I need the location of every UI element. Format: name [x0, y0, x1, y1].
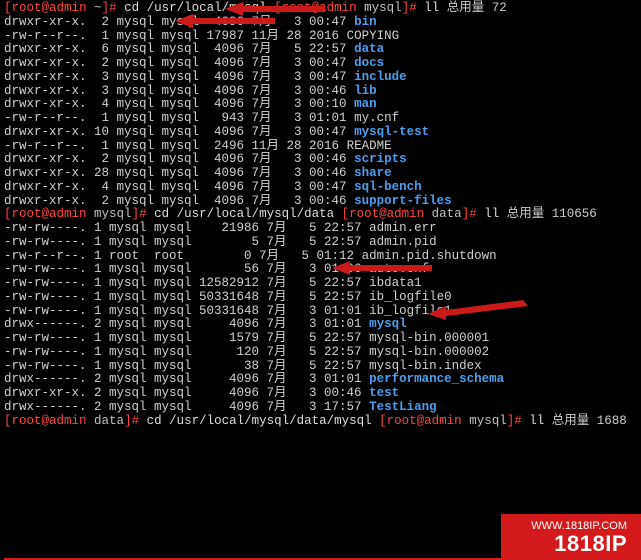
file-name: bin: [354, 15, 377, 29]
listing-row: drwxr-xr-x. 2 mysql mysql 4096 7月 3 00:4…: [4, 56, 384, 70]
watermark-url: WWW.1818IP.COM: [531, 520, 627, 532]
listing-row: -rw-rw----. 1 mysql mysql 21986 7月 5 22:…: [4, 221, 437, 235]
listing-row: -rw-rw----. 1 mysql mysql 56 7月 3 01:06 …: [4, 262, 429, 276]
file-name: support-files: [354, 194, 452, 208]
listing-row: -rw-rw----. 1 mysql mysql 12582912 7月 5 …: [4, 276, 422, 290]
file-name: README: [347, 139, 392, 153]
file-name: include: [354, 70, 407, 84]
file-name: test: [369, 386, 399, 400]
shell-prompt[interactable]: [root@admin mysql]# ll: [379, 414, 544, 428]
listing-row: -rw-r--r--. 1 mysql mysql 2496 11月 28 20…: [4, 139, 392, 153]
file-name: TestLiang: [369, 400, 437, 414]
file-name: ibdata1: [369, 276, 422, 290]
listing-row: -rw-r--r--. 1 root root 0 7月 5 01:12 adm…: [4, 249, 497, 263]
file-name: admin.err: [369, 221, 437, 235]
total-line: 总用量 72: [447, 1, 507, 15]
total-line: 总用量 110656: [507, 207, 597, 221]
listing-row: drwx------. 2 mysql mysql 4096 7月 3 01:0…: [4, 372, 504, 386]
file-name: mysql-test: [354, 125, 429, 139]
file-name: mysql-bin.000001: [369, 331, 489, 345]
listing-row: drwxr-xr-x. 4 mysql mysql 4096 7月 3 00:4…: [4, 180, 422, 194]
listing-row: -rw-rw----. 1 mysql mysql 50331648 7月 3 …: [4, 304, 452, 318]
shell-prompt[interactable]: [root@admin data]# ll: [342, 207, 500, 221]
file-name: admin.pid: [369, 235, 437, 249]
file-name: mysql-bin.index: [369, 359, 482, 373]
listing-row: -rw-r--r--. 1 mysql mysql 17987 11月 28 2…: [4, 29, 399, 43]
file-name: ib_logfile1: [369, 304, 452, 318]
listing-row: drwxr-xr-x. 28 mysql mysql 4096 7月 3 00:…: [4, 166, 392, 180]
file-name: docs: [354, 56, 384, 70]
file-name: mysql-bin.000002: [369, 345, 489, 359]
shell-prompt[interactable]: [root@admin data]# cd /usr/local/mysql/d…: [4, 414, 372, 428]
shell-prompt[interactable]: [root@admin mysql]# cd /usr/local/mysql/…: [4, 207, 334, 221]
listing-row: -rw-rw----. 1 mysql mysql 120 7月 5 22:57…: [4, 345, 489, 359]
listing-row: drwxr-xr-x. 6 mysql mysql 4096 7月 5 22:5…: [4, 42, 384, 56]
listing-row: -rw-rw----. 1 mysql mysql 50331648 7月 5 …: [4, 290, 452, 304]
listing-row: -rw-r--r--. 1 mysql mysql 943 7月 3 01:01…: [4, 111, 399, 125]
watermark-badge: WWW.1818IP.COM 1818IP: [501, 514, 641, 560]
terminal-output: [root@admin ~]# cd /usr/local/mysql [roo…: [4, 2, 637, 428]
shell-prompt[interactable]: [root@admin ~]# cd /usr/local/mysql: [4, 1, 267, 15]
listing-row: drwxr-xr-x. 2 mysql mysql 4096 7月 3 00:4…: [4, 152, 407, 166]
file-name: scripts: [354, 152, 407, 166]
file-name: lib: [354, 84, 377, 98]
listing-row: drwxr-xr-x. 2 mysql mysql 4096 7月 3 00:4…: [4, 386, 399, 400]
listing-row: -rw-rw----. 1 mysql mysql 5 7月 5 22:57 a…: [4, 235, 437, 249]
file-name: share: [354, 166, 392, 180]
shell-prompt[interactable]: [root@admin mysql]# ll: [274, 1, 439, 15]
listing-row: drwxr-xr-x. 10 mysql mysql 4096 7月 3 00:…: [4, 125, 429, 139]
total-line: 总用量 1688: [552, 414, 627, 428]
file-name: admin.pid.shutdown: [362, 249, 497, 263]
file-name: my.cnf: [354, 111, 399, 125]
listing-row: drwx------. 2 mysql mysql 4096 7月 3 01:0…: [4, 317, 407, 331]
listing-row: drwxr-xr-x. 3 mysql mysql 4096 7月 3 00:4…: [4, 84, 377, 98]
file-name: auto.cnf: [369, 262, 429, 276]
file-name: ib_logfile0: [369, 290, 452, 304]
file-name: performance_schema: [369, 372, 504, 386]
file-name: COPYING: [347, 29, 400, 43]
listing-row: drwxr-xr-x. 2 mysql mysql 4096 7月 3 00:4…: [4, 194, 452, 208]
listing-row: drwxr-xr-x. 4 mysql mysql 4096 7月 3 00:1…: [4, 97, 377, 111]
file-name: man: [354, 97, 377, 111]
listing-row: -rw-rw----. 1 mysql mysql 38 7月 5 22:57 …: [4, 359, 482, 373]
listing-row: drwxr-xr-x. 3 mysql mysql 4096 7月 3 00:4…: [4, 70, 407, 84]
file-name: sql-bench: [354, 180, 422, 194]
listing-row: -rw-rw----. 1 mysql mysql 1579 7月 5 22:5…: [4, 331, 489, 345]
listing-row: drwx------. 2 mysql mysql 4096 7月 3 17:5…: [4, 400, 437, 414]
watermark-brand: 1818IP: [531, 532, 627, 556]
listing-row: drwxr-xr-x. 2 mysql mysql 4096 7月 3 00:4…: [4, 15, 377, 29]
file-name: data: [354, 42, 384, 56]
file-name: mysql: [369, 317, 407, 331]
